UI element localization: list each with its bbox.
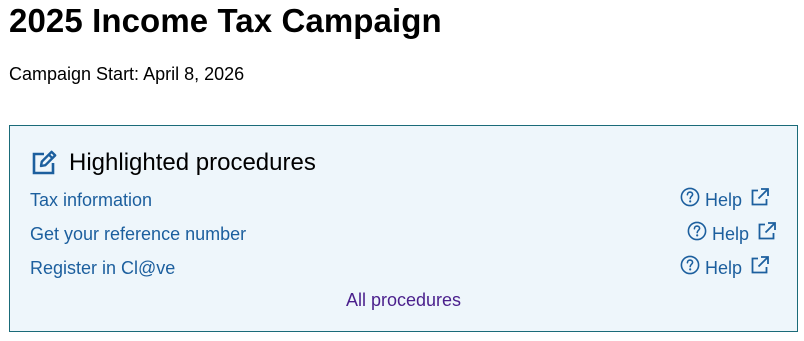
help-link-reference-number[interactable]: Help [687,221,777,247]
procedure-row: Register in Cl@ve Help [30,255,780,281]
procedure-link-tax-information[interactable]: Tax information [30,187,152,213]
all-procedures-link[interactable]: All procedures [10,287,797,313]
external-link-icon [750,187,770,214]
help-label: Help [705,258,743,278]
edit-icon [30,149,58,177]
question-circle-icon [680,255,700,282]
external-link-icon [757,221,777,248]
campaign-start-text: Campaign Start: April 8, 2026 [9,64,245,84]
panel-header: Highlighted procedures [30,147,316,179]
help-label: Help [712,224,750,244]
procedure-link-register-clave[interactable]: Register in Cl@ve [30,255,175,281]
question-circle-icon [680,187,700,214]
page: 2025 Income Tax Campaign Campaign Start:… [0,0,804,341]
page-title: 2025 Income Tax Campaign [9,2,442,39]
highlighted-procedures-panel: Highlighted procedures Tax information H… [9,125,798,332]
external-link-icon [750,255,770,282]
procedure-row: Get your reference number Help [30,221,780,247]
question-circle-icon [687,221,707,248]
procedure-row: Tax information Help [30,187,780,213]
panel-title: Highlighted procedures [69,149,316,176]
procedure-link-reference-number[interactable]: Get your reference number [30,221,246,247]
help-link-register-clave[interactable]: Help [680,255,770,281]
help-link-tax-information[interactable]: Help [680,187,770,213]
help-label: Help [705,190,743,210]
